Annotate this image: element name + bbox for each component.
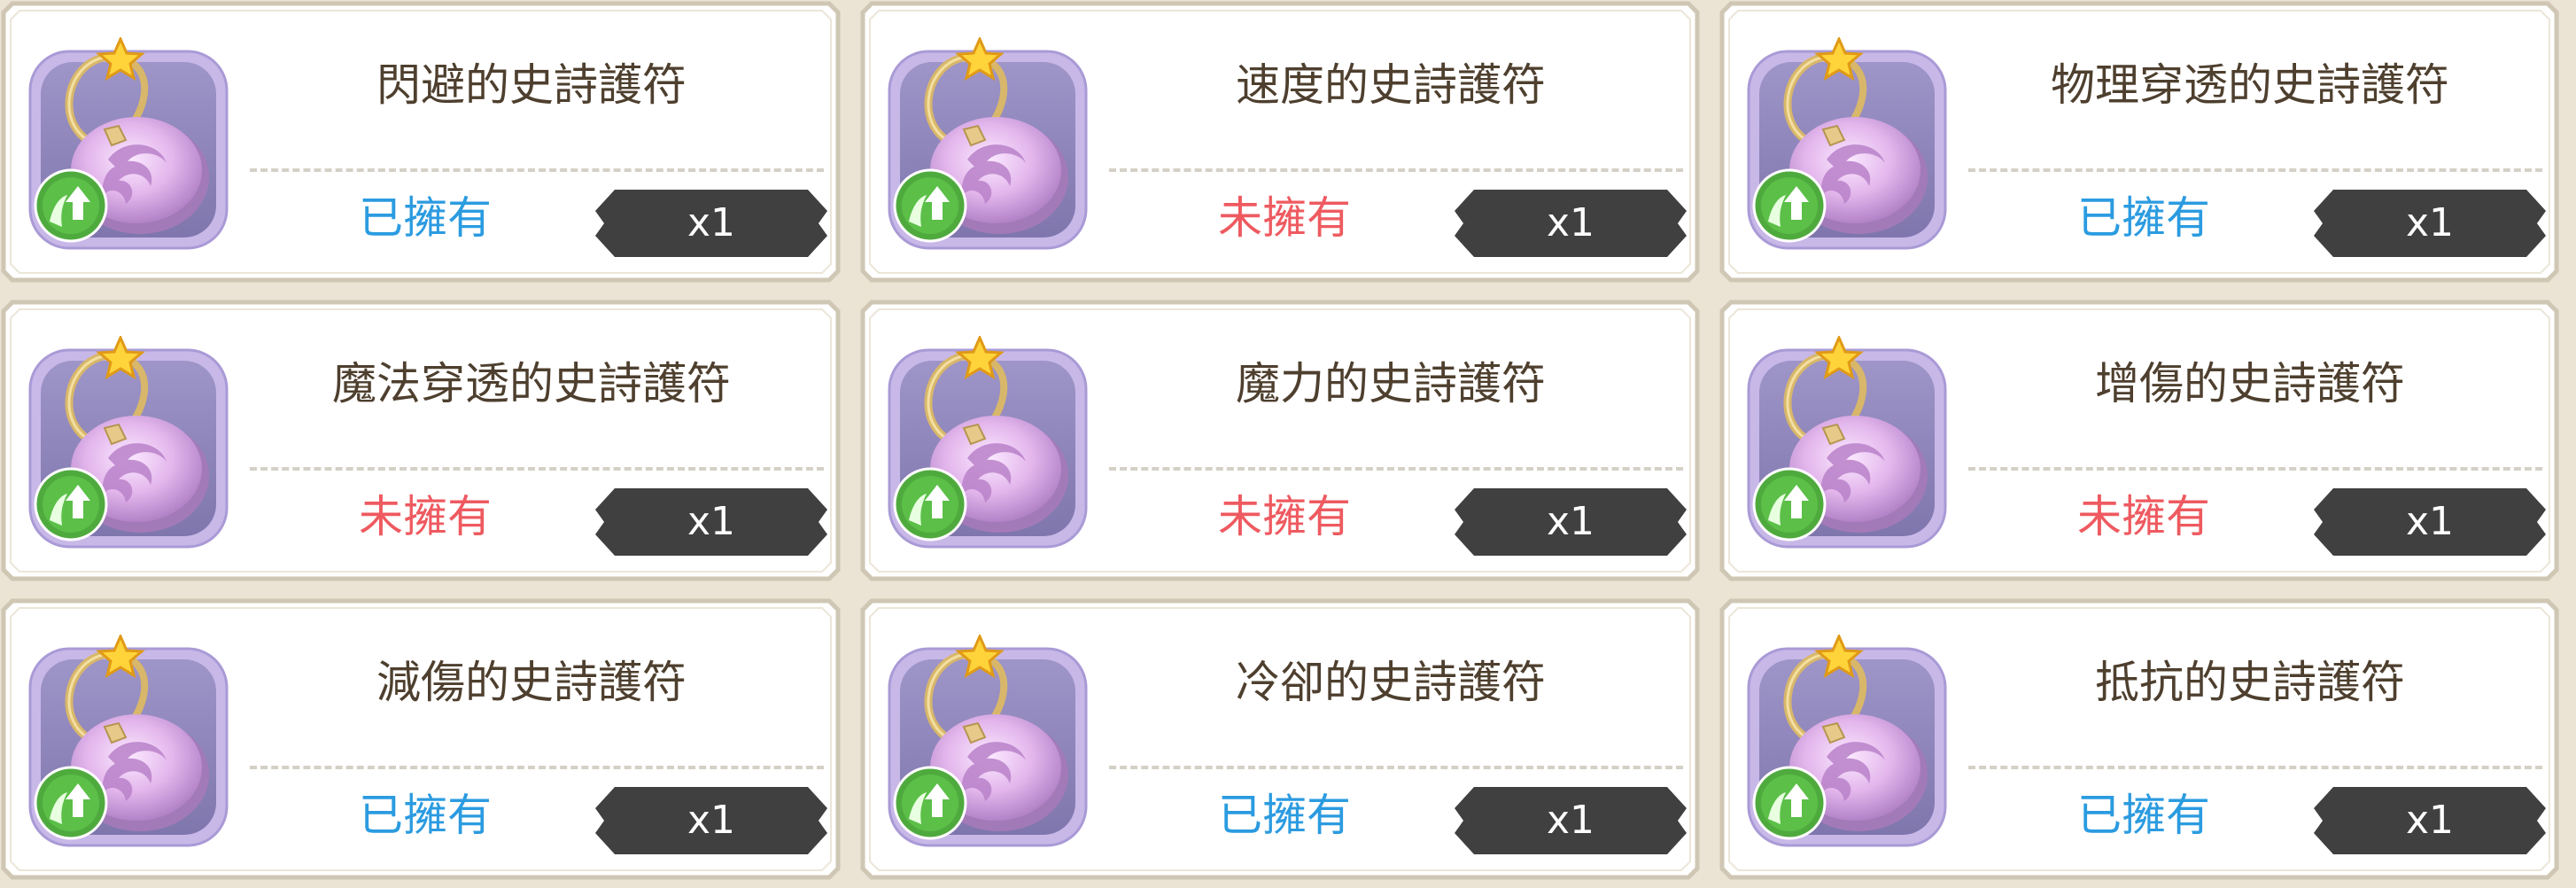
amulet-card-1[interactable]: 閃避的史詩護符 已擁有 x1 — [0, 0, 842, 284]
divider — [250, 168, 824, 172]
item-name: 冷卻的史詩護符 — [1236, 657, 1546, 708]
magic-power-up-icon — [893, 467, 967, 541]
owned-status: 已擁有 — [359, 790, 492, 841]
physical-penetration-up-icon — [1752, 168, 1827, 243]
item-name: 增傷的史詩護符 — [2095, 358, 2405, 409]
amulet-icon — [1747, 37, 1947, 250]
item-name: 閃避的史詩護符 — [376, 59, 687, 111]
amulet-card-3[interactable]: 物理穿透的史詩護符 已擁有 x1 — [1719, 0, 2560, 284]
speed-up-icon — [893, 168, 967, 243]
divider — [1968, 467, 2542, 471]
cooldown-down-icon — [893, 766, 967, 840]
damage-reduction-up-icon — [34, 766, 108, 840]
item-name: 抵抗的史詩護符 — [2095, 657, 2405, 708]
divider — [1968, 168, 2542, 172]
owned-status: 未擁有 — [1218, 491, 1351, 542]
quantity-label: x1 — [1546, 798, 1595, 843]
quantity-label: x1 — [2405, 499, 2455, 544]
item-name: 魔法穿透的史詩護符 — [332, 358, 731, 409]
amulet-icon — [888, 635, 1088, 847]
divider — [1109, 766, 1683, 769]
damage-boost-up-icon — [1752, 467, 1827, 541]
item-name: 減傷的史詩護符 — [376, 657, 687, 708]
amulet-icon — [888, 37, 1088, 250]
owned-status: 已擁有 — [2077, 790, 2210, 841]
resistance-up-icon — [1752, 766, 1827, 840]
amulet-card-6[interactable]: 增傷的史詩護符 未擁有 x1 — [1719, 299, 2560, 582]
divider — [1109, 168, 1683, 172]
amulet-icon — [1747, 336, 1947, 549]
amulet-card-7[interactable]: 減傷的史詩護符 已擁有 x1 — [0, 597, 842, 881]
amulet-card-4[interactable]: 魔法穿透的史詩護符 未擁有 x1 — [0, 299, 842, 582]
quantity-label: x1 — [1546, 200, 1595, 245]
divider — [250, 766, 824, 769]
divider — [1109, 467, 1683, 471]
amulet-icon — [888, 336, 1088, 549]
item-name: 速度的史詩護符 — [1236, 59, 1546, 111]
amulet-icon — [28, 635, 229, 847]
item-name: 魔力的史詩護符 — [1236, 358, 1546, 409]
amulet-card-8[interactable]: 冷卻的史詩護符 已擁有 x1 — [859, 597, 1701, 881]
owned-status: 已擁有 — [359, 192, 492, 244]
item-name: 物理穿透的史詩護符 — [2051, 59, 2449, 111]
amulet-icon — [1747, 635, 1947, 847]
quantity-label: x1 — [687, 798, 736, 843]
amulet-card-5[interactable]: 魔力的史詩護符 未擁有 x1 — [859, 299, 1701, 582]
quantity-label: x1 — [2405, 200, 2455, 245]
owned-status: 未擁有 — [2077, 491, 2210, 542]
owned-status: 已擁有 — [2077, 192, 2210, 244]
amulet-icon — [28, 336, 229, 549]
amulet-card-2[interactable]: 速度的史詩護符 未擁有 x1 — [859, 0, 1701, 284]
quantity-label: x1 — [687, 200, 736, 245]
amulet-card-9[interactable]: 抵抗的史詩護符 已擁有 x1 — [1719, 597, 2560, 881]
magic-penetration-up-icon — [34, 467, 108, 541]
evasion-up-icon — [34, 168, 108, 243]
divider — [250, 467, 824, 471]
quantity-label: x1 — [687, 499, 736, 544]
amulet-icon — [28, 37, 229, 250]
owned-status: 未擁有 — [1218, 192, 1351, 244]
owned-status: 已擁有 — [1218, 790, 1351, 841]
divider — [1968, 766, 2542, 769]
owned-status: 未擁有 — [359, 491, 492, 542]
quantity-label: x1 — [2405, 798, 2455, 843]
quantity-label: x1 — [1546, 499, 1595, 544]
